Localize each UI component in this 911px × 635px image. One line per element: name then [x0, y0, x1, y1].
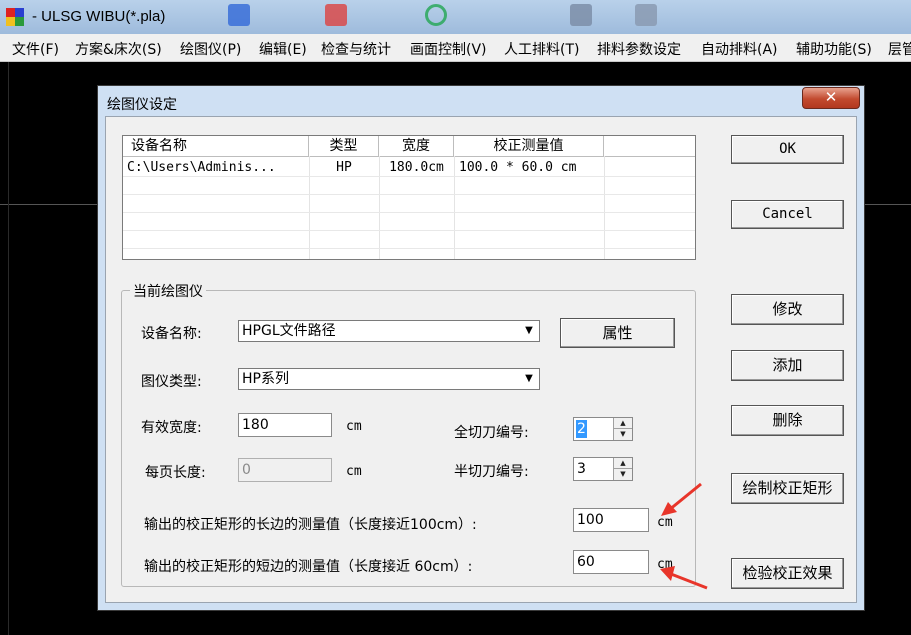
cell-calibration: 100.0 * 60.0 cm: [459, 160, 577, 175]
short-side-label: 输出的校正矩形的短边的测量值（长度接近 60cm）:: [144, 559, 473, 575]
app-title: - ULSG WIBU(*.pla): [32, 8, 166, 25]
properties-button[interactable]: 属性: [560, 318, 675, 348]
device-name-select[interactable]: HPGL文件路径 ▼: [238, 320, 540, 342]
verify-calibration-button[interactable]: 检验校正效果: [731, 558, 844, 589]
spin-down-icon[interactable]: ▼: [614, 429, 632, 440]
app-title-bar: - ULSG WIBU(*.pla): [0, 0, 911, 34]
full-cut-value: 2: [576, 420, 587, 438]
grid-line: [123, 230, 695, 231]
column-type[interactable]: 类型: [309, 136, 379, 156]
long-side-input[interactable]: 100: [573, 508, 649, 532]
plotter-type-value: HP系列: [242, 371, 289, 387]
menu-check-stats[interactable]: 检查与统计: [321, 39, 391, 59]
effective-width-value: 180: [242, 417, 269, 433]
modify-button[interactable]: 修改: [731, 294, 844, 325]
table-row[interactable]: C:\Users\Adminis... HP 180.0cm 100.0 * 6…: [123, 158, 695, 178]
delete-button[interactable]: 删除: [731, 405, 844, 436]
cell-device-name: C:\Users\Adminis...: [127, 160, 276, 175]
spin-buttons: ▲ ▼: [613, 458, 632, 480]
half-cut-label: 半切刀编号:: [454, 464, 529, 480]
menu-auto-marking[interactable]: 自动排料(A): [701, 39, 778, 59]
device-name-label: 设备名称:: [141, 326, 202, 342]
plotter-type-select[interactable]: HP系列 ▼: [238, 368, 540, 390]
dialog-title: 绘图仪设定: [107, 97, 177, 113]
half-cut-value: 3: [577, 461, 586, 477]
annotation-arrow-icon: [660, 566, 708, 590]
cancel-button[interactable]: Cancel: [731, 200, 844, 229]
effective-width-unit: cm: [346, 419, 362, 434]
plotter-type-label: 图仪类型:: [141, 374, 202, 390]
spin-buttons: ▲ ▼: [613, 418, 632, 440]
workspace-edge-line: [8, 62, 9, 635]
short-side-value: 60: [577, 554, 595, 570]
column-calibration[interactable]: 校正测量值: [454, 136, 604, 156]
draw-calibration-rect-button[interactable]: 绘制校正矩形: [731, 473, 844, 504]
taskbar-icon-blue: [228, 4, 250, 26]
ok-button[interactable]: OK: [731, 135, 844, 164]
column-empty: [604, 136, 695, 156]
add-button[interactable]: 添加: [731, 350, 844, 381]
spin-up-icon[interactable]: ▲: [614, 458, 632, 469]
effective-width-input[interactable]: 180: [238, 413, 332, 437]
grid-line: [123, 248, 695, 249]
dropdown-arrow-icon[interactable]: ▼: [520, 322, 538, 340]
annotation-arrow-icon: [661, 482, 702, 516]
menu-plotter[interactable]: 绘图仪(P): [180, 39, 241, 59]
page-length-input: 0: [238, 458, 332, 482]
cell-width: 180.0cm: [389, 160, 444, 175]
menu-view-control[interactable]: 画面控制(V): [410, 39, 487, 59]
long-side-value: 100: [577, 512, 604, 528]
spin-down-icon[interactable]: ▼: [614, 469, 632, 480]
menu-edit[interactable]: 编辑(E): [259, 39, 307, 59]
full-cut-spinner[interactable]: 2 ▲ ▼: [573, 417, 633, 441]
taskbar-icon-red: [325, 4, 347, 26]
short-side-input[interactable]: 60: [573, 550, 649, 574]
taskbar-icon-gray: [635, 4, 657, 26]
full-cut-label: 全切刀编号:: [454, 425, 529, 441]
menu-marking-params[interactable]: 排料参数设定: [597, 39, 681, 59]
column-device-name[interactable]: 设备名称: [123, 136, 309, 156]
device-name-value: HPGL文件路径: [242, 323, 336, 339]
long-side-label: 输出的校正矩形的长边的测量值（长度接近100cm）:: [144, 517, 477, 533]
device-list[interactable]: 设备名称 类型 宽度 校正测量值 C:\Users\Adminis... HP …: [122, 135, 696, 260]
menu-manual-marking[interactable]: 人工排料(T): [504, 39, 579, 59]
close-icon: ✕: [824, 88, 838, 106]
page-length-label: 每页长度:: [145, 465, 206, 481]
menu-scheme[interactable]: 方案&床次(S): [75, 39, 162, 59]
page-length-value: 0: [242, 462, 251, 478]
dialog-close-button[interactable]: ✕: [802, 87, 860, 109]
app-logo-icon: [6, 8, 24, 26]
menu-file[interactable]: 文件(F): [12, 39, 59, 59]
half-cut-spinner[interactable]: 3 ▲ ▼: [573, 457, 633, 481]
menu-layer-manager[interactable]: 层管: [888, 39, 911, 59]
page-length-unit: cm: [346, 464, 362, 479]
taskbar-icon-gray: [570, 4, 592, 26]
taskbar-icon-green: [425, 4, 447, 26]
menu-bar: 文件(F) 方案&床次(S) 绘图仪(P) 编辑(E) 检查与统计 画面控制(V…: [0, 34, 911, 62]
column-width[interactable]: 宽度: [379, 136, 454, 156]
menu-aux-functions[interactable]: 辅助功能(S): [796, 39, 872, 59]
cell-type: HP: [336, 160, 352, 175]
grid-line: [123, 212, 695, 213]
group-title: 当前绘图仪: [130, 281, 206, 301]
device-list-header: 设备名称 类型 宽度 校正测量值: [123, 136, 695, 157]
spin-up-icon[interactable]: ▲: [614, 418, 632, 429]
dropdown-arrow-icon[interactable]: ▼: [520, 370, 538, 388]
effective-width-label: 有效宽度:: [141, 420, 202, 436]
grid-line: [123, 194, 695, 195]
